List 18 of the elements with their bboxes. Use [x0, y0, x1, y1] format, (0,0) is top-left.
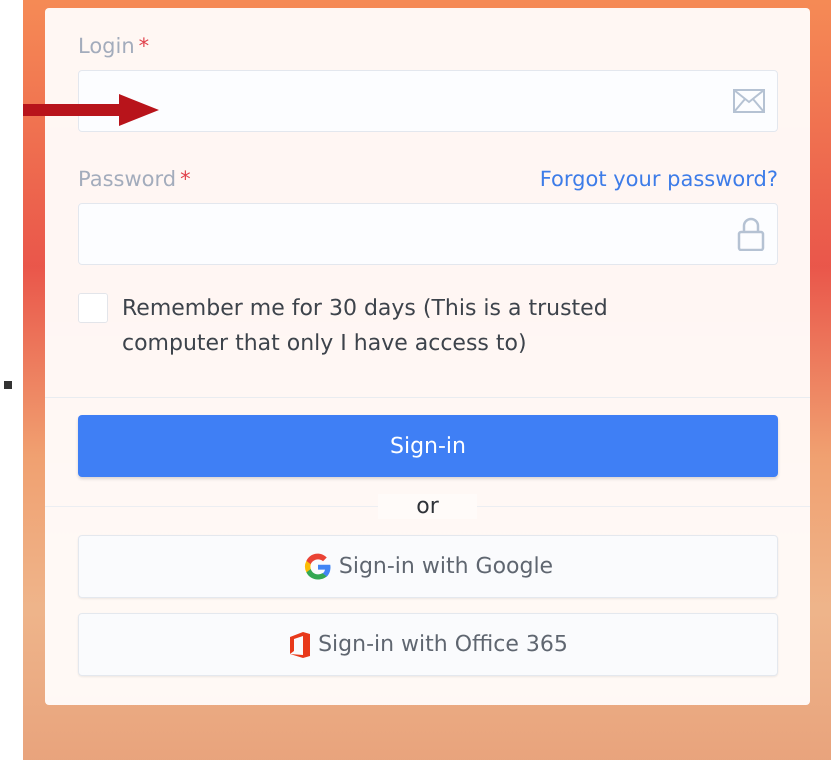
login-field[interactable] — [78, 70, 778, 132]
field-label: Login — [78, 34, 135, 58]
required-mark: * — [180, 167, 191, 191]
office-logo-icon — [288, 630, 312, 660]
sign-in-button[interactable]: Sign-in — [78, 415, 778, 477]
square-mark — [4, 381, 12, 389]
google-sign-in-button[interactable]: Sign-in with Google — [78, 535, 778, 598]
remember-checkbox[interactable] — [78, 293, 108, 323]
password-field[interactable] — [78, 203, 778, 265]
lock-icon — [737, 217, 765, 251]
forgot-password-link[interactable]: Forgot your password? — [540, 167, 778, 191]
envelope-icon — [733, 89, 765, 113]
divider-label: or — [378, 494, 477, 518]
required-mark: * — [138, 34, 150, 58]
field-label: Password — [78, 167, 176, 191]
google-g-icon — [302, 552, 333, 582]
office-sign-in-button[interactable]: Sign-in with Office 365 — [78, 613, 778, 676]
remember-label: Remember me for 30 days (This is a trusted computer that only I have access to) — [122, 295, 609, 358]
